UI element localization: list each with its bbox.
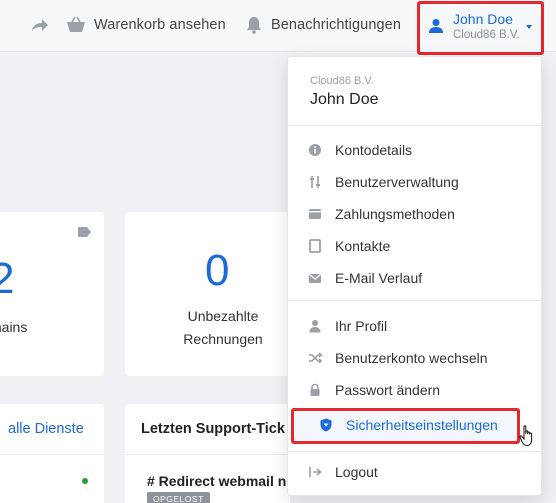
menu-item-user-management[interactable]: Benutzerverwaltung	[288, 167, 541, 197]
all-services-link[interactable]: alle Dienste	[8, 421, 84, 437]
top-navbar: Warenkorb ansehen Benachrichtigungen Joh…	[0, 0, 556, 55]
info-icon	[309, 144, 321, 156]
contact-icon	[309, 239, 321, 253]
unpaid-invoices-card[interactable]: 0 Unbezahlte Rechnungen	[125, 212, 290, 376]
menu-item-switch-account[interactable]: Benutzerkonto wechseln	[288, 343, 541, 373]
menu-item-label: Sicherheitseinstellungen	[346, 417, 498, 433]
menu-item-label: Zahlungsmethoden	[335, 206, 455, 222]
menu-item-label: Benutzerverwaltung	[335, 174, 459, 190]
wallet-icon	[309, 209, 321, 219]
logout-icon	[309, 467, 322, 477]
lock-icon	[310, 383, 320, 396]
menu-item-change-password[interactable]: Passwort ändern	[288, 375, 541, 405]
chevron-down-icon	[526, 25, 532, 29]
sliders-icon	[310, 176, 320, 188]
user-icon	[429, 19, 443, 33]
unpaid-invoices-label: Unbezahlte Rechnungen	[183, 308, 263, 347]
divider	[288, 125, 541, 126]
notifications-label: Benachrichtigungen	[271, 17, 401, 33]
services-card: alle Dienste	[0, 404, 104, 503]
menu-item-logout[interactable]: Logout	[288, 457, 541, 487]
dropdown-user-name: John Doe	[310, 91, 379, 108]
ticket-subject[interactable]: # Redirect webmail n	[147, 473, 286, 489]
ticket-status-badge: OPGELOST	[147, 492, 210, 503]
share-icon[interactable]	[28, 14, 50, 36]
shuffle-icon	[309, 352, 322, 364]
envelope-icon	[309, 273, 321, 283]
view-cart-link[interactable]: Warenkorb ansehen	[66, 12, 226, 38]
menu-item-payment-methods[interactable]: Zahlungsmethoden	[288, 199, 541, 229]
user-name: John Doe	[453, 11, 513, 27]
domains-card[interactable]: 2 mains	[0, 212, 104, 376]
domains-count: 2	[0, 254, 15, 303]
menu-item-email-history[interactable]: E-Mail Verlauf	[288, 263, 541, 293]
menu-item-label: E-Mail Verlauf	[335, 270, 423, 286]
menu-item-account-details[interactable]: Kontodetails	[288, 135, 541, 165]
divider	[125, 454, 290, 455]
user-menu-toggle[interactable]: John Doe Cloud86 B.V.	[417, 1, 544, 55]
notifications-link[interactable]: Benachrichtigungen	[245, 12, 401, 38]
shield-icon	[320, 418, 332, 432]
bell-icon	[247, 17, 261, 34]
dropdown-company: Cloud86 B.V.	[310, 75, 374, 87]
menu-item-your-profile[interactable]: Ihr Profil	[288, 311, 541, 341]
menu-item-label: Logout	[335, 464, 378, 480]
user-dropdown-menu: Cloud86 B.V. John Doe Kontodetails Benut…	[287, 56, 542, 496]
domains-label: mains	[0, 319, 28, 335]
menu-item-label: Kontakte	[335, 238, 391, 254]
hand-cursor-icon	[519, 425, 533, 447]
status-dot	[82, 478, 88, 484]
divider	[0, 454, 104, 455]
menu-item-contacts[interactable]: Kontakte	[288, 231, 541, 261]
user-icon	[309, 320, 321, 333]
support-tickets-card: Letzten Support-Tick # Redirect webmail …	[125, 404, 290, 503]
menu-item-label: Ihr Profil	[335, 318, 388, 334]
menu-item-label: Benutzerkonto wechseln	[335, 350, 488, 366]
divider	[288, 300, 541, 301]
support-tickets-title: Letzten Support-Tick	[141, 421, 285, 437]
user-company: Cloud86 B.V.	[453, 29, 520, 41]
menu-item-security-settings[interactable]: Sicherheitseinstellungen	[291, 408, 520, 444]
menu-item-label: Kontodetails	[335, 142, 413, 158]
view-cart-label: Warenkorb ansehen	[94, 17, 226, 33]
tag-icon	[78, 227, 91, 237]
menu-item-label: Passwort ändern	[335, 382, 441, 398]
basket-icon	[67, 16, 85, 32]
divider	[288, 451, 541, 452]
unpaid-invoices-count: 0	[205, 246, 230, 295]
